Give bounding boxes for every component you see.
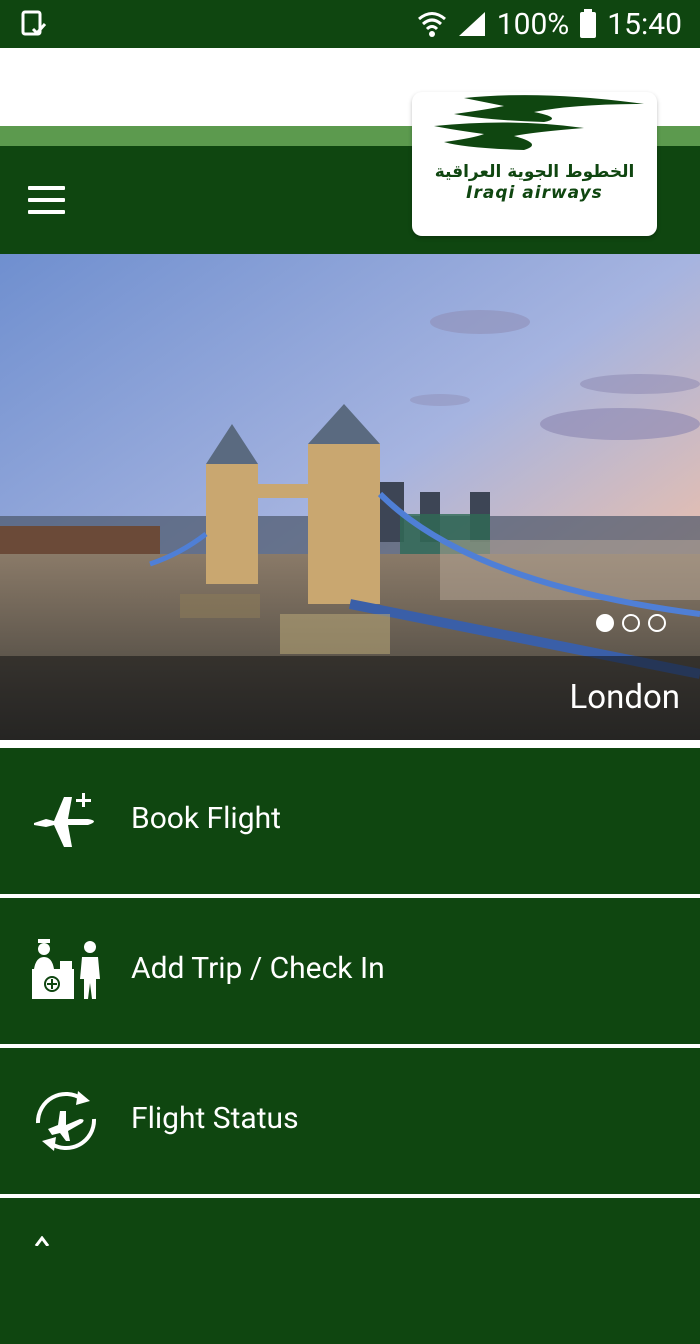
airline-bird-logo-icon — [434, 95, 644, 150]
plane-plus-icon — [34, 793, 94, 847]
chevron-up-icon — [34, 1236, 50, 1246]
carousel-dot-2[interactable] — [622, 614, 640, 632]
battery-percent: 100% — [496, 6, 570, 42]
menu-item-label: Add Trip / Check In — [131, 951, 385, 986]
menu-item-flight-status[interactable]: Flight Status — [0, 1048, 700, 1194]
logo-arabic-text: الخطوط الجوية العراقية — [434, 162, 635, 182]
battery-icon — [580, 9, 597, 38]
wifi-icon — [417, 12, 446, 37]
destination-caption: London — [569, 678, 680, 717]
carousel-dot-1[interactable] — [596, 614, 614, 632]
main-menu: Book Flight Add Trip / Check In Flight S… — [0, 740, 700, 1344]
menu-item-next[interactable] — [0, 1198, 700, 1344]
flight-status-icon — [35, 1091, 97, 1151]
menu-item-add-trip-check-in[interactable]: Add Trip / Check In — [0, 898, 700, 1044]
clock: 15:40 — [607, 6, 682, 42]
menu-button[interactable] — [20, 178, 72, 222]
destination-carousel[interactable]: London — [0, 254, 700, 740]
menu-item-label: Flight Status — [131, 1101, 299, 1136]
airline-logo[interactable]: الخطوط الجوية العراقية Iraqi airways — [412, 92, 657, 236]
menu-item-label: Book Flight — [131, 801, 281, 836]
carousel-dot-3[interactable] — [648, 614, 666, 632]
status-bar: 100% 15:40 — [0, 0, 700, 48]
hamburger-menu-icon — [28, 186, 65, 190]
screenshot-icon — [21, 10, 47, 36]
menu-item-book-flight[interactable]: Book Flight — [0, 748, 700, 894]
check-in-desk-icon — [32, 939, 100, 999]
logo-latin-text: Iraqi airways — [466, 183, 603, 203]
signal-icon — [458, 12, 485, 36]
carousel-indicators — [596, 614, 666, 632]
